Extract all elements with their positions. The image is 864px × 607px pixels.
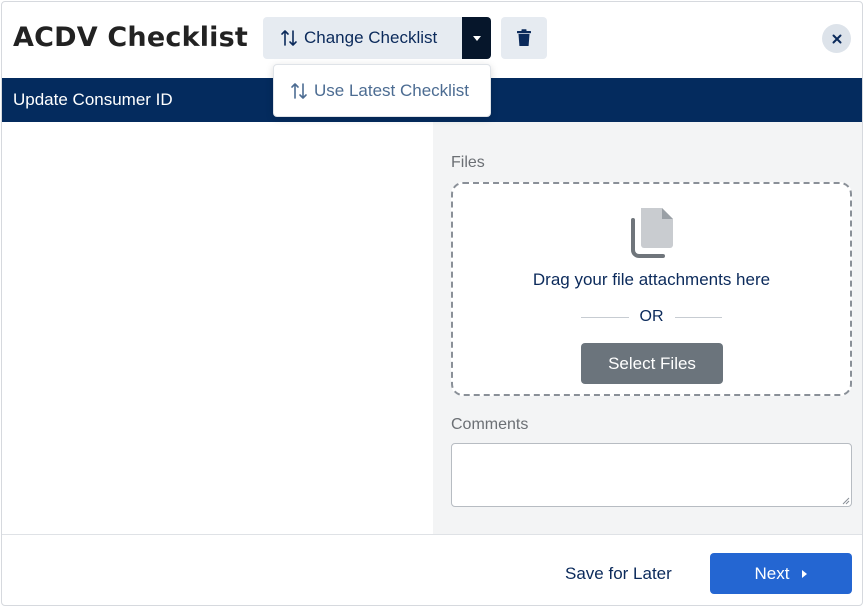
swap-arrows-icon <box>281 30 297 46</box>
footer-divider <box>2 534 862 535</box>
divider-line <box>674 316 722 318</box>
dropdown-item-label: Use Latest Checklist <box>314 80 469 100</box>
checklist-dropdown-toggle[interactable] <box>462 17 491 59</box>
dropdown-item-use-latest[interactable]: Use Latest Checklist <box>273 64 491 117</box>
file-dropzone[interactable]: Drag your file attachments here OR Selec… <box>451 182 852 396</box>
swap-arrows-icon <box>291 82 307 99</box>
close-icon <box>832 34 841 43</box>
delete-button[interactable] <box>501 17 547 59</box>
checklist-dialog: ACDV Checklist Change Checklist Update C… <box>1 1 863 606</box>
or-text: OR <box>639 308 664 325</box>
banner-label: Update Consumer ID <box>13 90 173 109</box>
trash-icon <box>517 29 531 46</box>
resize-handle-icon[interactable] <box>842 497 850 505</box>
divider-line <box>581 316 629 318</box>
chevron-right-icon <box>802 569 808 578</box>
save-for-later-link[interactable]: Save for Later <box>565 564 672 584</box>
files-icon <box>631 208 673 258</box>
page-title: ACDV Checklist <box>13 22 249 53</box>
comments-label: Comments <box>451 416 529 433</box>
comments-field[interactable] <box>451 443 852 507</box>
select-files-button[interactable]: Select Files <box>581 343 723 384</box>
dropzone-text: Drag your file attachments here <box>532 270 771 289</box>
or-divider: OR <box>581 308 722 326</box>
change-checklist-label: Change Checklist <box>304 28 438 47</box>
next-label: Next <box>754 563 790 583</box>
chevron-down-icon <box>472 35 481 41</box>
close-button[interactable] <box>822 24 851 53</box>
files-label: Files <box>451 154 485 171</box>
change-checklist-button[interactable]: Change Checklist <box>263 17 462 59</box>
next-button[interactable]: Next <box>710 553 852 594</box>
